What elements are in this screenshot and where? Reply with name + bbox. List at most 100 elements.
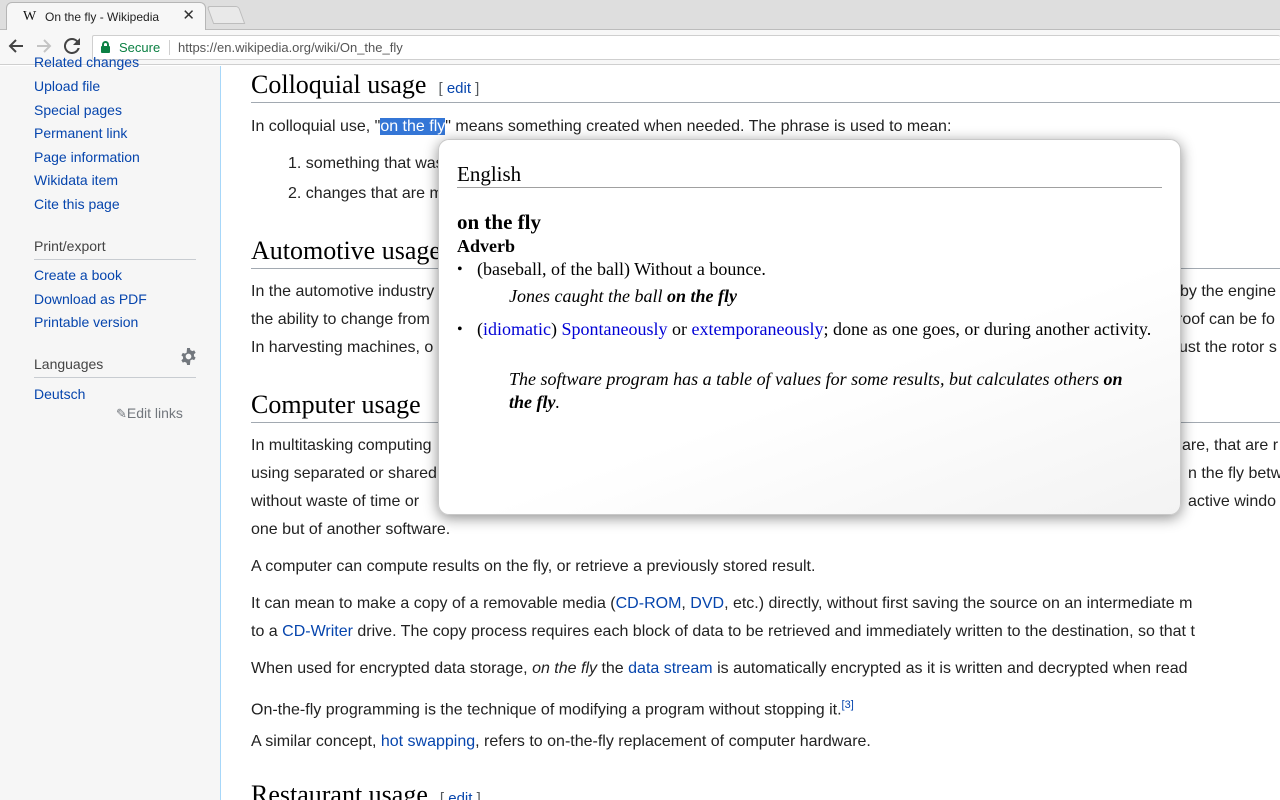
print-export-heading: Print/export bbox=[34, 238, 106, 254]
paragraph-line: to a CD-Writer drive. The copy process r… bbox=[251, 622, 1195, 642]
text: A similar concept, bbox=[251, 733, 381, 750]
text: , bbox=[681, 595, 691, 612]
paragraph-line-tail: n the fly betw bbox=[1188, 465, 1280, 482]
sidebar-item-wikidata-item[interactable]: Wikidata item bbox=[34, 172, 118, 188]
sidebar-item-cite-this-page[interactable]: Cite this page bbox=[34, 196, 120, 212]
link-hot-swapping[interactable]: hot swapping bbox=[381, 733, 475, 750]
example-term: on the fly bbox=[666, 286, 737, 306]
edit-links-link[interactable]: ✎Edit links bbox=[116, 405, 183, 422]
sidebar-item-download-as-pdf[interactable]: Download as PDF bbox=[34, 291, 147, 307]
text: , etc.) directly, without first saving t… bbox=[724, 595, 1193, 612]
tab-strip: W On the fly - Wikipedia ✕ bbox=[0, 0, 1280, 30]
list-item: 1. something that was bbox=[288, 155, 444, 172]
sidebar-item-permanent-link[interactable]: Permanent link bbox=[34, 125, 127, 141]
paragraph-line-tail: by the engine bbox=[1180, 283, 1277, 300]
edit-section: [ edit ] bbox=[440, 790, 481, 800]
paragraph-line: without waste of time or bbox=[251, 493, 420, 510]
definition-1: (baseball, of the ball) Without a bounce… bbox=[477, 259, 766, 279]
edit-section-link[interactable]: edit bbox=[447, 80, 471, 97]
gear-icon[interactable] bbox=[179, 347, 198, 370]
languages-heading: Languages bbox=[34, 356, 104, 372]
text: " means something created when needed. T… bbox=[445, 118, 952, 135]
sidebar-item-special-pages[interactable]: Special pages bbox=[34, 102, 122, 118]
italic-text: on the fly bbox=[532, 660, 597, 677]
paragraph: When used for encrypted data storage, on… bbox=[251, 659, 1188, 679]
sidebar-item-printable-version[interactable]: Printable version bbox=[34, 314, 138, 330]
text: to a bbox=[251, 623, 283, 640]
section-title: Restaurant usage bbox=[251, 780, 428, 800]
link-dvd[interactable]: DVD bbox=[690, 595, 724, 612]
url-text[interactable]: https://en.wikipedia.org/wiki/On_the_fly bbox=[178, 40, 403, 55]
popup-language: English bbox=[457, 162, 522, 186]
bullet-icon: • bbox=[457, 321, 463, 338]
example-text: The software program has a table of valu… bbox=[509, 369, 1104, 389]
reference-link[interactable]: [3] bbox=[842, 699, 854, 711]
browser-tab[interactable]: W On the fly - Wikipedia ✕ bbox=[6, 2, 206, 30]
sidebar-item-deutsch[interactable]: Deutsch bbox=[34, 386, 85, 402]
address-bar[interactable]: Secure https://en.wikipedia.org/wiki/On_… bbox=[92, 35, 1280, 60]
paragraph-line: In the automotive industry bbox=[251, 283, 435, 300]
paragraph: In colloquial use, "on the fly" means so… bbox=[251, 117, 951, 137]
section-title: Colloquial usage bbox=[251, 70, 427, 99]
list-item-text: something that was bbox=[305, 155, 444, 172]
text: On-the-fly programming is the technique … bbox=[251, 701, 842, 719]
text: the bbox=[597, 660, 629, 677]
list-item: 2. changes that are m bbox=[288, 185, 443, 202]
browser-toolbar: Secure https://en.wikipedia.org/wiki/On_… bbox=[0, 30, 1280, 65]
paragraph-line-tail: are, that are r bbox=[1182, 437, 1279, 454]
popup-link-extemporaneously[interactable]: extemporaneously bbox=[691, 319, 823, 339]
paragraph-line: the ability to change from bbox=[251, 311, 430, 328]
wikipedia-favicon-icon: W bbox=[23, 9, 37, 24]
sidebar-item-page-information[interactable]: Page information bbox=[34, 149, 140, 165]
example-text: Jones caught the ball bbox=[509, 286, 667, 306]
text: or bbox=[667, 319, 692, 339]
secure-label: Secure bbox=[119, 40, 161, 55]
paragraph-line-tail: roof can be fo bbox=[1177, 311, 1275, 328]
popup-link-spontaneously[interactable]: Spontaneously bbox=[561, 319, 667, 339]
list-item-text: changes that are m bbox=[305, 185, 443, 202]
example-text: . bbox=[555, 392, 561, 412]
edit-links-label: Edit links bbox=[126, 405, 183, 421]
divider bbox=[34, 259, 196, 260]
selected-text[interactable]: on the fly bbox=[380, 118, 446, 135]
paragraph-line: using separated or shared bbox=[251, 465, 437, 482]
divider bbox=[34, 377, 196, 378]
sidebar-item-upload-file[interactable]: Upload file bbox=[34, 78, 100, 94]
paragraph: On-the-fly programming is the technique … bbox=[251, 695, 854, 720]
paragraph-line: It can mean to make a copy of a removabl… bbox=[251, 594, 1192, 614]
dictionary-popup[interactable]: English on the fly Adverb • (baseball, o… bbox=[438, 139, 1181, 515]
sidebar-item-create-a-book[interactable]: Create a book bbox=[34, 267, 122, 283]
section-heading-computer: Computer usage bbox=[251, 390, 421, 419]
new-tab-button[interactable] bbox=[206, 6, 246, 24]
sidebar-item-related-changes[interactable]: Related changes bbox=[34, 54, 139, 70]
paragraph-line-tail: ust the rotor s bbox=[1179, 339, 1277, 356]
text: In colloquial use, " bbox=[251, 118, 381, 135]
example-2: The software program has a table of valu… bbox=[509, 368, 1139, 414]
text: When used for encrypted data storage, bbox=[251, 660, 533, 677]
back-arrow-icon[interactable] bbox=[8, 38, 24, 57]
omnibox-separator bbox=[169, 40, 170, 55]
heading-rule bbox=[251, 102, 1280, 103]
section-heading-colloquial: Colloquial usage [ edit ] bbox=[251, 70, 479, 100]
popup-term: on the fly bbox=[457, 210, 541, 234]
text: drive. The copy process requires each bl… bbox=[352, 623, 1195, 640]
edit-section-link[interactable]: edit bbox=[448, 790, 472, 800]
text: ) bbox=[550, 319, 562, 339]
section-heading-restaurant: Restaurant usage [ edit ] bbox=[251, 780, 481, 800]
popup-part-of-speech: Adverb bbox=[457, 236, 515, 256]
paragraph: A similar concept, hot swapping, refers … bbox=[251, 732, 871, 752]
text: , refers to on-the-fly replacement of co… bbox=[475, 733, 871, 750]
pencil-icon: ✎ bbox=[116, 406, 127, 421]
link-cd-writer[interactable]: CD-Writer bbox=[282, 623, 353, 640]
link-data-stream[interactable]: data stream bbox=[628, 660, 712, 677]
text: is automatically encrypted as it is writ… bbox=[712, 660, 1188, 677]
paragraph-line-tail: active windo bbox=[1188, 493, 1277, 510]
link-cd-rom[interactable]: CD-ROM bbox=[616, 595, 682, 612]
section-heading-automotive: Automotive usage bbox=[251, 236, 441, 265]
close-icon[interactable]: ✕ bbox=[182, 8, 195, 23]
paragraph-line: In multitasking computing bbox=[251, 437, 432, 454]
edit-section: [ edit ] bbox=[438, 80, 480, 97]
paragraph-line: In harvesting machines, o bbox=[251, 339, 434, 356]
popup-link-idiomatic[interactable]: idiomatic bbox=[483, 319, 551, 339]
paragraph-line: one but of another software. bbox=[251, 521, 451, 538]
